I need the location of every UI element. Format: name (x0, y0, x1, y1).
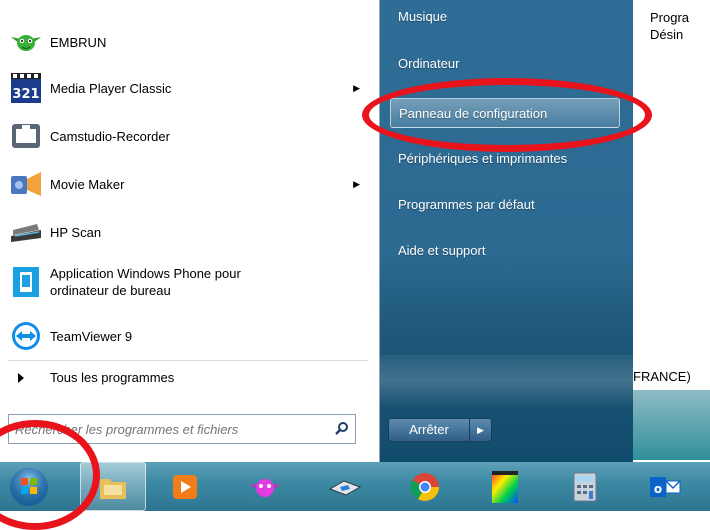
media-player-classic-icon: 321 (8, 70, 44, 106)
program-windows-phone[interactable]: Application Windows Phone pour ordinateu… (8, 264, 368, 300)
media-player-icon (173, 474, 197, 499)
program-label: Media Player Classic (50, 80, 172, 96)
movie-maker-icon (8, 166, 44, 202)
program-movie-maker[interactable]: Movie Maker ▶ (8, 166, 368, 202)
menu-item-panneau-de-configuration[interactable]: Panneau de configuration (390, 98, 620, 128)
menu-item-ordinateur[interactable]: Ordinateur (390, 49, 620, 79)
program-label: HP Scan (50, 224, 102, 240)
film-gradient-icon (492, 470, 518, 503)
windows-phone-icon (8, 264, 44, 300)
taskbar: o (0, 462, 710, 511)
windows-logo-icon (10, 467, 48, 506)
search-input[interactable] (9, 416, 329, 442)
chevron-right-icon: ▶ (477, 425, 484, 435)
menu-item-peripheriques[interactable]: Périphériques et imprimantes (390, 144, 620, 174)
yoda-icon (8, 24, 44, 60)
taskbar-outlook[interactable]: o (640, 462, 690, 511)
doc-status-fragment: FRANCE) (633, 364, 710, 390)
program-media-player-classic[interactable]: 321 Media Player Classic ▶ (8, 70, 368, 106)
background-document: Progra Désin (620, 0, 710, 370)
program-label: Application Windows Phone pour ordinateu… (50, 266, 241, 298)
all-programs-label: Tous les programmes (50, 370, 175, 385)
svg-text:321: 321 (12, 87, 39, 102)
menu-item-aide-et-support[interactable]: Aide et support (390, 236, 620, 266)
teamviewer-icon (8, 318, 44, 354)
rhino-icon (328, 479, 362, 496)
calculator-icon (573, 472, 597, 501)
program-hp-scan[interactable]: HP Scan (8, 214, 368, 250)
program-teamviewer[interactable]: TeamViewer 9 (8, 318, 368, 354)
hp-scan-icon (8, 214, 44, 250)
shutdown-button[interactable]: Arrêter (388, 418, 470, 442)
separator (8, 360, 368, 361)
taskbar-colorful-app[interactable] (480, 462, 530, 511)
search-box[interactable] (8, 414, 356, 444)
yoda-magenta-icon (249, 478, 281, 497)
chrome-icon (410, 472, 439, 501)
submenu-arrow-icon[interactable]: ▶ (353, 179, 360, 190)
program-label: Movie Maker (50, 176, 125, 192)
taskbar-chrome[interactable] (400, 462, 450, 511)
program-embrun[interactable]: EMBRUN (8, 24, 368, 60)
program-label: TeamViewer 9 (50, 328, 133, 344)
start-menu-right-pane: Musique Ordinateur Panneau de configurat… (380, 0, 633, 462)
menu-item-programmes-par-defaut[interactable]: Programmes par défaut (390, 190, 620, 220)
taskbar-media-player[interactable] (160, 462, 210, 511)
all-programs-button[interactable]: Tous les programmes (18, 370, 174, 385)
submenu-arrow-icon[interactable]: ▶ (353, 83, 360, 94)
program-label: Camstudio-Recorder (50, 128, 170, 144)
taskbar-embrun[interactable] (240, 462, 290, 511)
taskbar-file-explorer[interactable] (80, 462, 146, 511)
taskbar-calculator[interactable] (560, 462, 610, 511)
doc-line-2: Désin (650, 27, 684, 42)
doc-line-1: Progra (650, 10, 690, 25)
folder-icon (100, 478, 126, 499)
taskbar-rhino-app[interactable] (320, 462, 370, 511)
start-orb[interactable] (4, 462, 54, 511)
search-icon[interactable] (329, 421, 355, 438)
menu-item-musique[interactable]: Musique (390, 2, 620, 32)
camstudio-icon (8, 118, 44, 154)
program-camstudio[interactable]: Camstudio-Recorder (8, 118, 368, 154)
shutdown-control: Arrêter ▶ (388, 418, 492, 442)
program-label: EMBRUN (50, 34, 107, 50)
doc-bottom-area (633, 390, 710, 460)
arrow-right-icon (18, 372, 24, 383)
start-menu-left-pane: EMBRUN 321 Media Player Classic ▶ Camstu… (0, 0, 380, 462)
svg-text:o: o (654, 482, 662, 496)
shutdown-options-button[interactable]: ▶ (470, 418, 492, 442)
outlook-icon: o (650, 476, 681, 497)
